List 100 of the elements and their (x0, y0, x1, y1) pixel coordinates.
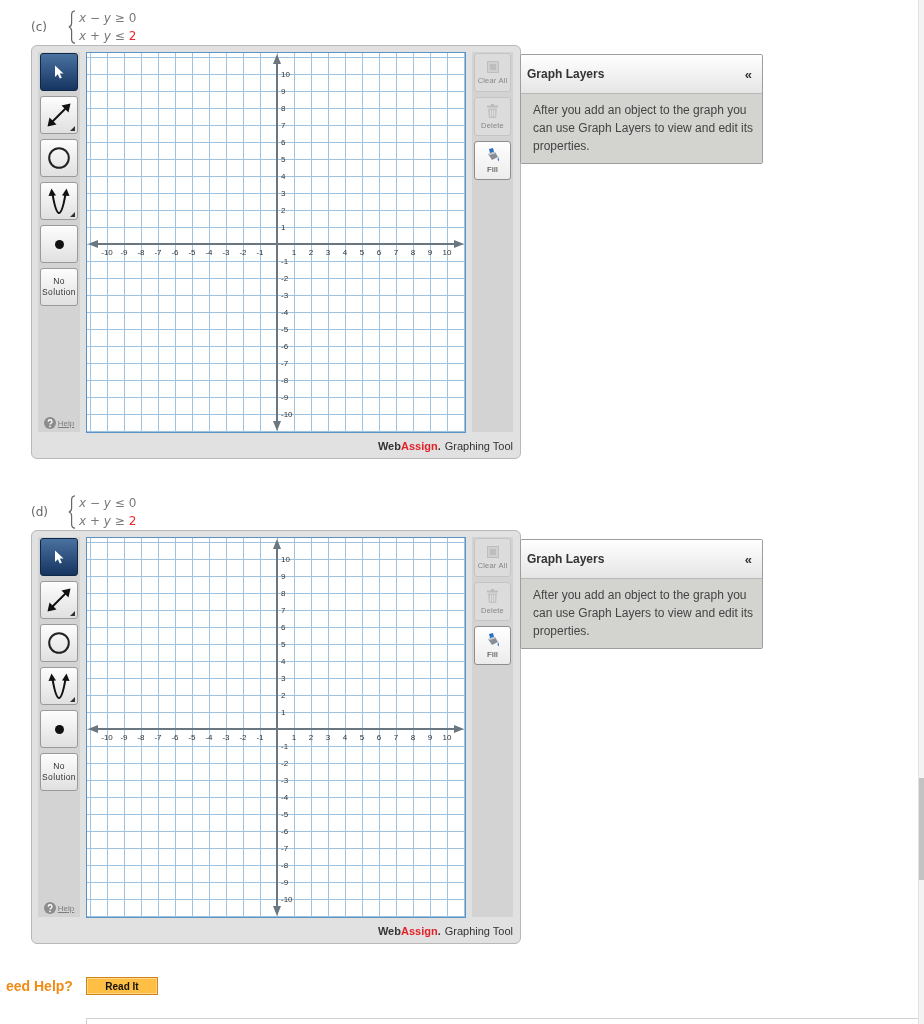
no-solution-button[interactable]: No Solution (40, 753, 78, 791)
tick-label: 2 (281, 691, 286, 700)
tick-label: 8 (281, 589, 286, 598)
tick-label: -9 (281, 878, 289, 887)
paint-bucket-icon (485, 147, 500, 162)
tick-label: -2 (239, 733, 247, 742)
pointer-icon (54, 550, 64, 564)
inequality-constant: 0 (128, 10, 137, 27)
inequality-constant: 2 (128, 28, 137, 45)
tick-label: -8 (137, 248, 145, 257)
tick-label: -1 (281, 257, 289, 266)
tick-label: -4 (205, 733, 213, 742)
inequality-expression: x + y ≤ (79, 28, 125, 45)
tick-label: -3 (222, 248, 230, 257)
tick-label: 5 (281, 155, 286, 164)
tick-label: 2 (308, 248, 314, 257)
no-solution-button[interactable]: No Solution (40, 268, 78, 306)
inequality-constant: 0 (128, 495, 137, 512)
tick-label: 6 (376, 248, 382, 257)
tick-label: 4 (342, 248, 348, 257)
tick-label: -1 (256, 733, 264, 742)
fill-button[interactable]: Fill (474, 626, 511, 665)
point-tool-button[interactable] (40, 225, 78, 263)
tick-label: 9 (427, 248, 433, 257)
inequality-expression: x − y ≤ (79, 495, 125, 512)
double-arrow-icon (47, 588, 71, 612)
panel-title: Graph Layers (527, 67, 605, 81)
tick-label: 8 (410, 733, 416, 742)
parabola-icon (48, 188, 70, 214)
tick-label: -7 (281, 359, 289, 368)
tick-label: 9 (427, 733, 433, 742)
tick-label: -3 (281, 291, 289, 300)
tick-label: 7 (393, 733, 399, 742)
product-name: Graphing Tool (444, 439, 513, 452)
circle-icon (48, 632, 70, 654)
tick-label: 6 (376, 733, 382, 742)
tick-label: 9 (281, 572, 286, 581)
dot-icon (54, 724, 64, 734)
pointer-tool-button[interactable] (40, 538, 78, 576)
tick-label: -10 (101, 733, 113, 742)
corner-triangle-icon (70, 697, 75, 702)
graph-canvas[interactable]: -10 -9 -8 -7 -6 -5 -4 -3 -2 -1 1 2 3 4 5 6 7 8 9 10 10 9 8 7 6 5 4 3 2 1 -1 -2 -3 -4 -5 -6 -7 -8 -9 -10 (86, 537, 466, 918)
panel-message: After you add an object to the graph you can use Graph Layers to view and edit its properties. (521, 94, 762, 163)
inequality-expression: x + y ≥ (79, 513, 125, 530)
tick-label: -2 (281, 274, 289, 283)
parabola-tool-button[interactable] (40, 182, 78, 220)
tick-label: -2 (239, 248, 247, 257)
collapse-button[interactable]: « (744, 551, 752, 567)
circle-tool-button[interactable] (40, 624, 78, 662)
trash-icon (487, 588, 498, 603)
tick-label: -2 (281, 759, 289, 768)
problem-label: (c) (31, 20, 48, 34)
tick-label: 2 (281, 206, 286, 215)
line-tool-button[interactable] (40, 96, 78, 134)
tick-label: -6 (171, 733, 179, 742)
inequality-constant: 2 (128, 513, 137, 530)
scrollbar-thumb[interactable] (919, 778, 924, 880)
pointer-tool-button[interactable] (40, 53, 78, 91)
tick-label: -5 (188, 248, 196, 257)
paint-bucket-icon (485, 632, 500, 647)
tick-label: 1 (281, 708, 286, 717)
graph-canvas[interactable]: -10 -9 -8 -7 -6 -5 -4 -3 -2 -1 1 2 3 4 5 6 7 8 9 10 10 9 8 7 6 5 4 3 2 1 -1 -2 -3 -4 -5 -6 -7 -8 -9 -10 (86, 52, 466, 433)
tick-label: 8 (410, 248, 416, 257)
square-icon (486, 60, 499, 73)
scrollbar-track[interactable] (918, 0, 924, 1024)
circle-icon (48, 147, 70, 169)
tick-label: 3 (281, 189, 286, 198)
read-it-button[interactable]: Read It (86, 977, 158, 995)
circle-tool-button[interactable] (40, 139, 78, 177)
tick-label: -4 (281, 308, 289, 317)
point-tool-button[interactable] (40, 710, 78, 748)
tick-label: 10 (281, 555, 290, 564)
tick-label: -1 (281, 742, 289, 751)
problem-label: (d) (31, 505, 49, 519)
collapse-button[interactable]: « (744, 66, 752, 82)
tick-label: 10 (442, 248, 452, 257)
pointer-icon (54, 65, 64, 79)
tick-label: -4 (281, 793, 289, 802)
product-name: Graphing Tool (444, 924, 513, 937)
tick-label: -7 (154, 248, 162, 257)
tick-label: 1 (281, 223, 286, 232)
fill-button[interactable]: Fill (474, 141, 511, 180)
trash-icon (487, 103, 498, 118)
tick-label: -9 (120, 733, 128, 742)
tick-label: 1 (291, 248, 297, 257)
help-icon (43, 902, 56, 914)
tick-label: -7 (281, 844, 289, 853)
tick-label: -10 (281, 410, 293, 419)
tick-label: -8 (137, 733, 145, 742)
inequality-expression: x − y ≥ (79, 10, 125, 27)
tick-label: -9 (120, 248, 128, 257)
tick-label: 2 (308, 733, 314, 742)
tick-label: 7 (393, 248, 399, 257)
tick-label: 7 (281, 606, 286, 615)
line-tool-button[interactable] (40, 581, 78, 619)
tick-label: -10 (281, 895, 293, 904)
tick-label: -8 (281, 376, 289, 385)
parabola-tool-button[interactable] (40, 667, 78, 705)
tick-label: -5 (281, 810, 289, 819)
tick-label: 4 (342, 733, 348, 742)
